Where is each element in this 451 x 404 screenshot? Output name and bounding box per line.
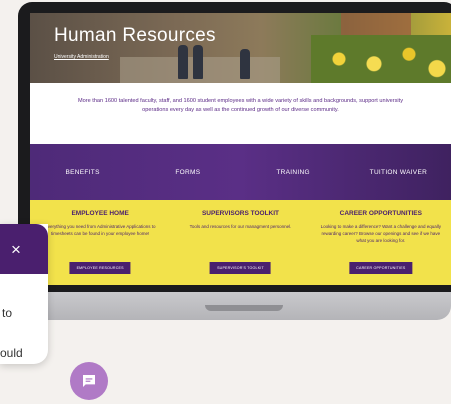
page-title: Human Resources bbox=[54, 25, 216, 46]
hero-flowers bbox=[311, 35, 451, 83]
card-career-opportunities: CAREER OPPORTUNITIES Looking to make a d… bbox=[311, 200, 451, 285]
laptop-screen: Human Resources University Administratio… bbox=[30, 13, 451, 285]
close-icon[interactable]: × bbox=[11, 241, 21, 258]
card-supervisors-toolkit: SUPERVISORS TOOLKIT Tools and resources … bbox=[170, 200, 310, 285]
feature-cards: EMPLOYEE HOME Everything you need from A… bbox=[30, 200, 451, 285]
nav-tuition-waiver[interactable]: TUITION WAIVER bbox=[346, 169, 451, 176]
chat-launcher-button[interactable] bbox=[70, 362, 108, 400]
chat-message-text: to bbox=[2, 306, 13, 320]
chat-bubble-icon bbox=[83, 375, 95, 387]
hero-person bbox=[178, 45, 188, 79]
card-title: SUPERVISORS TOOLKIT bbox=[201, 210, 280, 217]
breadcrumb-link[interactable]: University Administration bbox=[54, 54, 109, 60]
chat-message-text: ould bbox=[0, 346, 23, 360]
supervisors-toolkit-button[interactable]: SUPERVISOR'S TOOLKIT bbox=[210, 262, 271, 274]
card-description: Everything you need from Administrative … bbox=[44, 224, 156, 236]
laptop-hinge bbox=[205, 305, 283, 311]
card-description: Tools and resources for our managment pe… bbox=[189, 224, 292, 229]
card-title: EMPLOYEE HOME bbox=[71, 210, 129, 217]
card-employee-home: EMPLOYEE HOME Everything you need from A… bbox=[30, 200, 170, 285]
hero-person bbox=[240, 49, 250, 79]
nav-training[interactable]: TRAINING bbox=[241, 169, 346, 176]
card-title: CAREER OPPORTUNITIES bbox=[339, 210, 422, 217]
employee-resources-button[interactable]: EMPLOYEE RESOURCES bbox=[69, 262, 131, 274]
main-nav: BENEFITS FORMS TRAINING TUITION WAIVER bbox=[30, 144, 451, 200]
chat-header bbox=[0, 224, 48, 274]
nav-benefits[interactable]: BENEFITS bbox=[30, 169, 135, 176]
card-description: Looking to make a difference? Want a cha… bbox=[320, 224, 441, 243]
hero-person bbox=[193, 45, 203, 79]
hero-banner: Human Resources University Administratio… bbox=[30, 13, 451, 83]
career-opportunities-button[interactable]: CAREER OPPORTUNITIES bbox=[349, 262, 413, 274]
nav-forms[interactable]: FORMS bbox=[135, 169, 240, 176]
intro-text: More than 1600 talented faculty, staff, … bbox=[77, 98, 404, 113]
